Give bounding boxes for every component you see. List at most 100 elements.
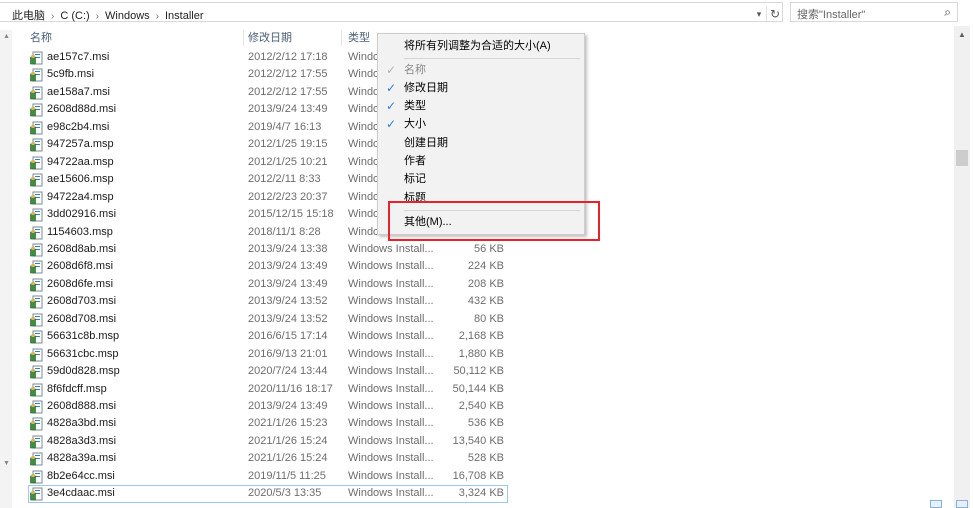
table-row[interactable]: 2608d703.msi 2013/9/24 13:52 Windows Insta…: [24, 293, 954, 311]
file-date: 2021/1/26 15:23: [248, 417, 328, 430]
file-date: 2013/9/24 13:49: [248, 277, 328, 290]
installer-file-icon: [30, 295, 43, 309]
menu-item-label: 大小: [404, 118, 426, 130]
chevron-right-icon[interactable]: ›: [156, 11, 159, 22]
file-name: 2608d6f8.msi: [47, 260, 114, 273]
file-size: 536 KB: [467, 417, 504, 430]
file-date: 2020/7/24 13:44: [248, 365, 328, 378]
file-size: 2,540 KB: [458, 400, 504, 412]
column-header-date[interactable]: 修改日期: [242, 28, 342, 48]
file-date: 2019/11/5 11:25: [248, 469, 326, 482]
file-type: Windows Install...: [348, 382, 434, 395]
table-row[interactable]: 8b2e64cc.msi 2019/11/5 11:25 Windows Insta…: [24, 468, 954, 486]
scroll-down-icon[interactable]: ▼: [3, 460, 10, 467]
chevron-right-icon[interactable]: ›: [96, 11, 99, 22]
installer-file-icon: [30, 191, 43, 205]
installer-file-icon: [30, 156, 43, 170]
table-row[interactable]: 2608d6f8.msi 2013/9/24 13:49 Windows Insta…: [24, 258, 954, 276]
installer-file-icon: [30, 400, 43, 414]
check-icon: ✓: [385, 63, 397, 77]
file-name: ae157c7.msi: [47, 51, 110, 63]
details-view-icon[interactable]: [930, 500, 942, 508]
file-type: Windows Install...: [348, 417, 434, 430]
scroll-up-icon[interactable]: ▲: [3, 33, 10, 40]
menu-item-label: 类型: [404, 100, 426, 112]
table-row[interactable]: 2608d8ab.msi 2013/9/24 13:38 Windows Insta…: [24, 241, 954, 259]
file-size: 50,144 KB: [452, 382, 504, 395]
vertical-scrollbar[interactable]: ▲: [954, 26, 970, 508]
file-type: Windows Install...: [348, 452, 434, 465]
file-date: 2013/9/24 13:52: [248, 295, 328, 308]
table-row[interactable]: 4828a39a.msi 2021/1/26 15:24 Windows Insta…: [24, 450, 954, 468]
chevron-right-icon[interactable]: ›: [51, 11, 54, 22]
scroll-up-icon[interactable]: ▲: [958, 30, 966, 39]
table-row[interactable]: 2608d6fe.msi 2013/9/24 13:49 Windows Insta…: [24, 276, 954, 294]
file-name: ae15606.msp: [47, 173, 114, 186]
menu-item-modified-date[interactable]: ✓ 修改日期: [378, 79, 584, 97]
file-name: 2608d703.msi: [47, 295, 117, 308]
table-row[interactable]: 8f6fdcff.msp 2020/11/16 18:17 Windows Inst…: [24, 381, 954, 399]
refresh-icon[interactable]: ↻: [766, 6, 783, 23]
menu-item-tags[interactable]: 标记: [378, 170, 584, 188]
installer-file-icon: [30, 208, 43, 222]
menu-item-label: 名称: [404, 64, 426, 76]
file-name: 947257a.msp: [47, 138, 114, 151]
chevron-down-icon[interactable]: ▾: [752, 6, 766, 23]
file-name: 2608d6fe.msi: [47, 277, 114, 290]
scrollbar-thumb[interactable]: [956, 150, 968, 166]
file-date: 2012/2/11 8:33: [248, 173, 321, 186]
file-name: 2608d708.msi: [47, 312, 117, 325]
file-type: Windows Install...: [348, 434, 434, 447]
menu-item-created-date[interactable]: 创建日期: [378, 134, 584, 152]
menu-item-label: 创建日期: [404, 137, 448, 149]
table-row[interactable]: 2608d708.msi 2013/9/24 13:52 Windows Insta…: [24, 311, 954, 329]
search-icon[interactable]: ⌕: [944, 5, 951, 20]
table-row[interactable]: 56631c8b.msp 2016/6/15 17:14 Windows Insta…: [24, 328, 954, 346]
file-size: 208 KB: [467, 277, 504, 290]
file-date: 2021/1/26 15:24: [248, 434, 328, 447]
menu-item-type[interactable]: ✓ 类型: [378, 97, 584, 115]
installer-file-icon: [30, 121, 43, 135]
table-row[interactable]: 4828a3bd.msi 2021/1/26 15:23 Windows Insta…: [24, 415, 954, 433]
breadcrumb-thispc[interactable]: 此电脑: [12, 7, 45, 23]
menu-item-label: 标记: [404, 173, 426, 185]
breadcrumb-windows[interactable]: Windows: [105, 10, 150, 22]
breadcrumb: 此电脑 › C (C:) › Windows › Installer: [12, 7, 204, 23]
file-name: 56631c8b.msp: [47, 330, 120, 343]
table-row[interactable]: 2608d888.msi 2013/9/24 13:49 Windows Insta…: [24, 398, 954, 416]
installer-file-icon: [30, 330, 43, 344]
menu-item-autosize-columns[interactable]: 将所有列调整为合适的大小(A): [378, 37, 584, 55]
installer-file-icon: [30, 243, 43, 257]
table-row[interactable]: 59d0d828.msp 2020/7/24 13:44 Windows Insta…: [24, 363, 954, 381]
file-type: Windows Install...: [348, 487, 434, 500]
file-name: 8b2e64cc.msi: [47, 469, 115, 482]
check-icon: ✓: [385, 99, 397, 113]
file-type: Windows Install...: [348, 277, 434, 290]
installer-file-icon: [30, 226, 43, 239]
installer-file-icon: [30, 452, 43, 466]
file-size: 3,324 KB: [458, 487, 504, 500]
file-date: 2020/11/16 18:17: [248, 382, 333, 395]
file-size: 13,540 KB: [452, 434, 504, 447]
installer-file-icon: [30, 313, 43, 327]
file-name: 56631cbc.msp: [47, 347, 119, 360]
check-icon: ✓: [385, 117, 397, 131]
table-row[interactable]: 4828a3d3.msi 2021/1/26 15:24 Windows Insta…: [24, 433, 954, 451]
menu-item-author[interactable]: 作者: [378, 152, 584, 170]
table-row[interactable]: 56631cbc.msp 2016/9/13 21:01 Windows Insta…: [24, 346, 954, 364]
installer-file-icon: [30, 278, 43, 292]
breadcrumb-installer[interactable]: Installer: [165, 10, 204, 22]
column-header-name[interactable]: 名称: [24, 28, 244, 48]
search-input[interactable]: 搜索"Installer" ⌕: [790, 2, 958, 22]
large-icons-view-icon[interactable]: [956, 500, 968, 508]
menu-item-size[interactable]: ✓ 大小: [378, 115, 584, 133]
installer-file-icon: [30, 348, 43, 362]
file-date: 2020/5/3 13:35: [248, 487, 322, 500]
table-row[interactable]: 3e4cdaac.msi 2020/5/3 13:35 Windows Instal…: [24, 485, 954, 504]
file-size: 56 KB: [474, 242, 504, 255]
breadcrumb-drive[interactable]: C (C:): [60, 10, 89, 22]
file-size: 432 KB: [467, 295, 504, 308]
file-date: 2012/2/12 17:18: [248, 51, 328, 63]
file-name: 5c9fb.msi: [47, 68, 95, 81]
address-box[interactable]: 此电脑 › C (C:) › Windows › Installer ▾ ↻: [0, 2, 783, 23]
